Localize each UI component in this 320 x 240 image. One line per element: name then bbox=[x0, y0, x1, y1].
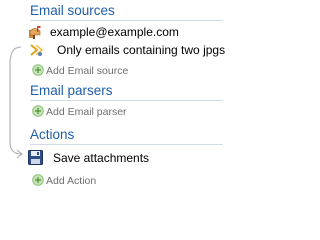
add-email-parser-label: Add Email parser bbox=[46, 106, 127, 118]
section-divider bbox=[30, 100, 223, 101]
email-source-label: example@example.com bbox=[50, 25, 179, 39]
mailbox-icon bbox=[29, 26, 41, 39]
floppy-disk-icon bbox=[28, 150, 43, 165]
email-filter-label: Only emails containing two jpgs bbox=[57, 43, 226, 57]
add-email-source-label: Add Email source bbox=[46, 65, 129, 77]
section-divider bbox=[30, 20, 223, 21]
add-icon bbox=[32, 64, 44, 76]
add-icon bbox=[32, 174, 44, 186]
filter-icon bbox=[30, 44, 44, 56]
add-email-parser-button[interactable]: Add Email parser bbox=[32, 104, 152, 118]
section-title-email-parsers: Email parsers bbox=[30, 83, 113, 98]
email-source-item[interactable]: example@example.com bbox=[28, 24, 223, 41]
add-icon bbox=[32, 105, 44, 117]
add-action-label: Add Action bbox=[46, 175, 97, 187]
add-action-button[interactable]: Add Action bbox=[32, 173, 132, 187]
section-title-email-sources: Email sources bbox=[30, 3, 115, 18]
add-email-source-button[interactable]: Add Email source bbox=[32, 63, 152, 77]
section-title-actions: Actions bbox=[30, 127, 75, 142]
section-divider bbox=[30, 144, 223, 145]
flow-connector-arrow bbox=[9, 46, 23, 159]
save-attachments-action-item[interactable]: Save attachments bbox=[28, 149, 223, 167]
email-filter-item[interactable]: Only emails containing two jpgs bbox=[30, 42, 226, 59]
save-attachments-label: Save attachments bbox=[53, 151, 150, 165]
